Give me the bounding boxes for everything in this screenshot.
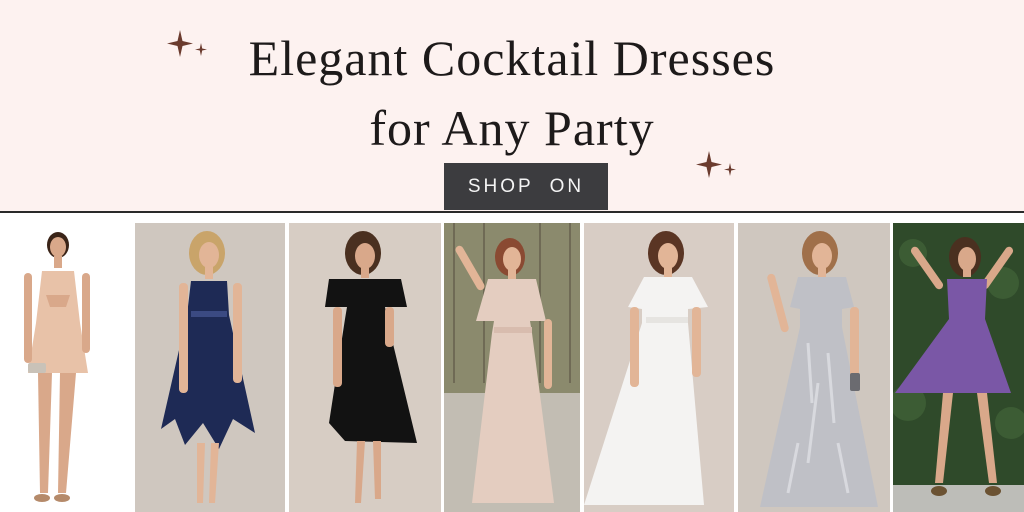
product-image <box>135 223 285 512</box>
product-image <box>738 223 890 512</box>
product-card-purple-dress[interactable] <box>893 223 1024 512</box>
product-image <box>893 223 1024 512</box>
headline-line-1: Elegant Cocktail Dresses <box>248 30 776 86</box>
product-gallery <box>0 213 1024 512</box>
product-image <box>0 223 132 512</box>
product-card-black-dress[interactable] <box>289 223 441 512</box>
product-card-silver-sequin-gown[interactable] <box>738 223 890 512</box>
headline-line-2: for Any Party <box>369 100 655 156</box>
product-image <box>444 223 580 512</box>
product-card-navy-dress[interactable] <box>135 223 285 512</box>
product-image <box>289 223 441 512</box>
product-image <box>584 223 734 512</box>
hero-banner: Elegant Cocktail Dresses for Any Party S… <box>0 0 1024 212</box>
sparkle-icon <box>696 151 736 178</box>
product-card-white-gown[interactable] <box>584 223 734 512</box>
product-card-blush-maxi-dress[interactable] <box>444 223 580 512</box>
shop-on-button[interactable]: SHOP ON <box>444 163 608 210</box>
product-card-blush-mini-dress[interactable] <box>0 223 132 512</box>
